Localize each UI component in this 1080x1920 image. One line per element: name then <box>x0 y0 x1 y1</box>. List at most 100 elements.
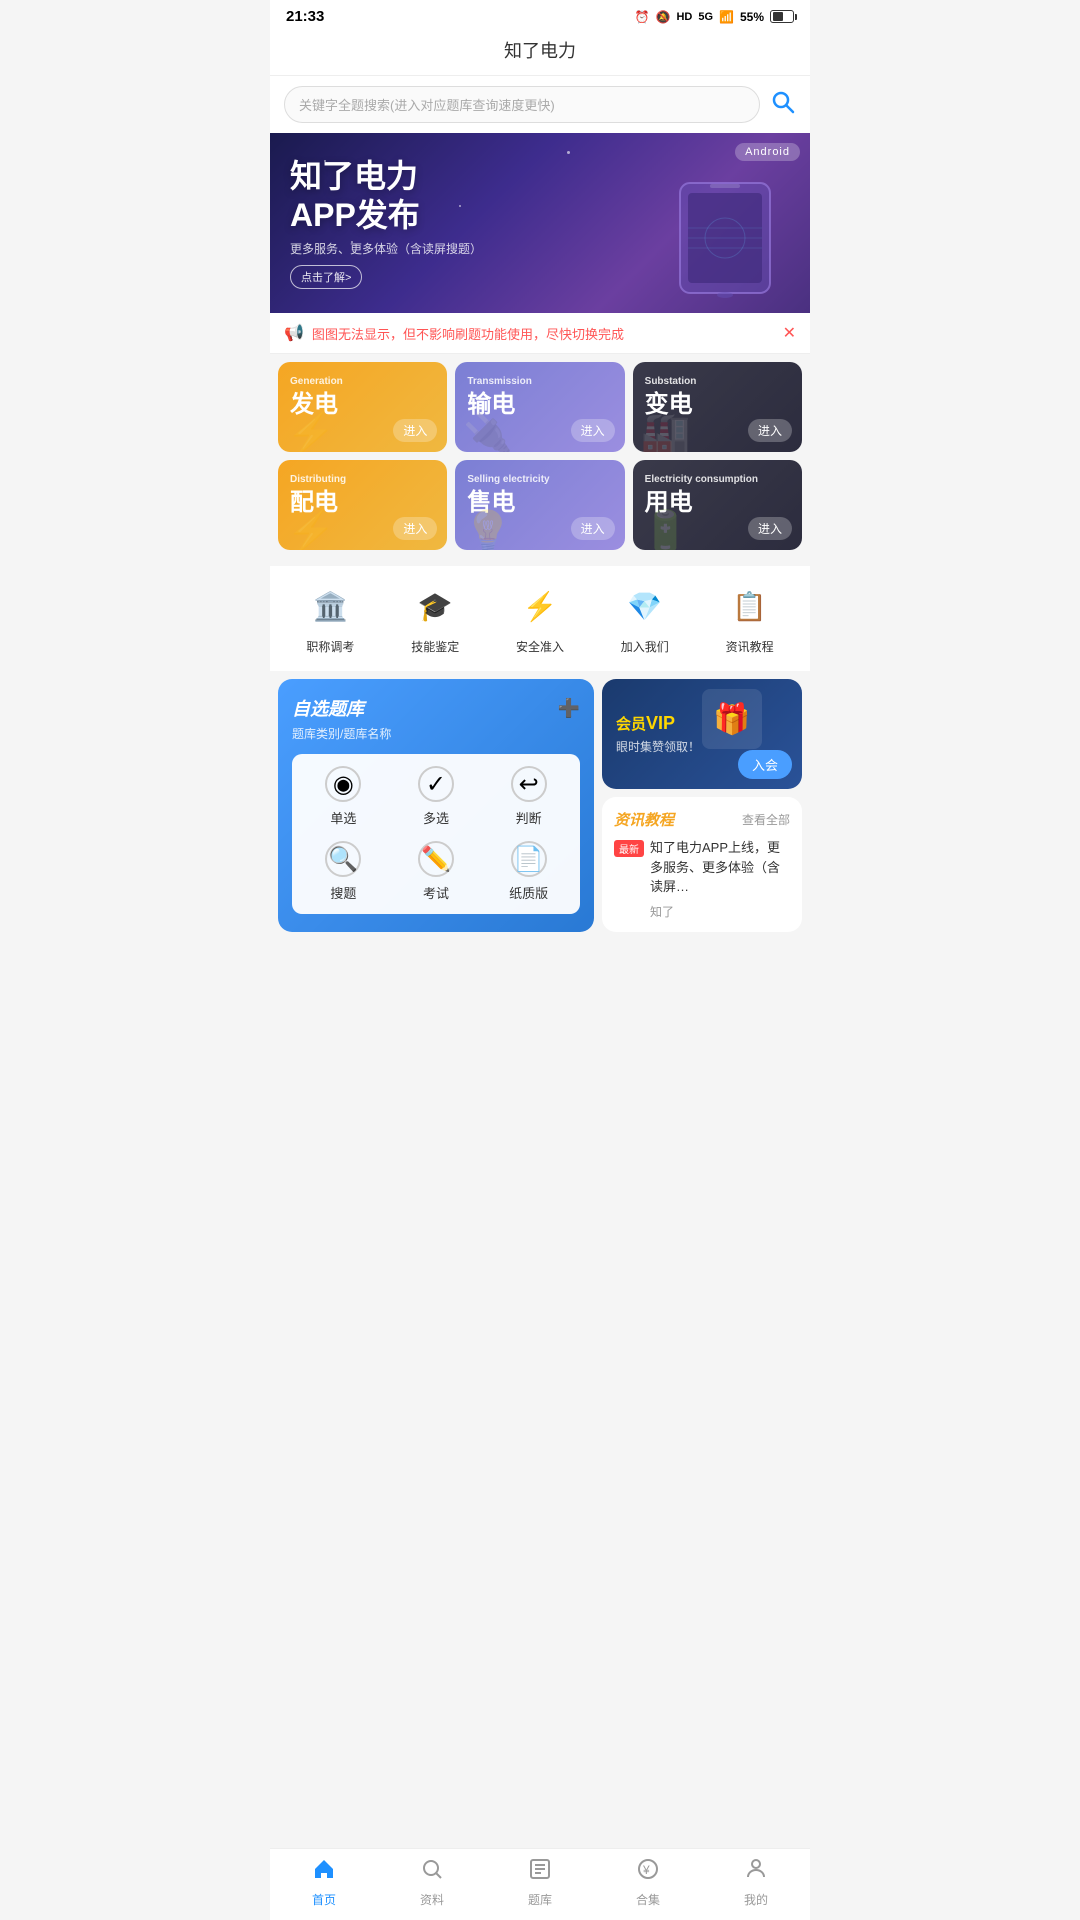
category-grid: Generation 发电 ⚡ 进入 Transmission 输电 🔌 进入 … <box>270 354 810 558</box>
bank-item-search[interactable]: 🔍 搜题 <box>304 841 383 902</box>
bank-icon-search: 🔍 <box>325 841 361 877</box>
content-area: 知了电力 APP发布 更多服务、更多体验（含读屏搜题） 点击了解> Androi… <box>270 133 810 1020</box>
cat-english-generation: Generation <box>290 376 435 387</box>
quick-item-skill[interactable]: 🎓 技能鉴定 <box>411 582 459 655</box>
bank-label-exam: 考试 <box>423 883 449 902</box>
bank-icon-multi: ✓ <box>418 766 454 802</box>
quick-icon-career: 🏛️ <box>306 582 354 630</box>
cat-enter-btn-selling[interactable]: 进入 <box>571 517 615 540</box>
cat-bg-icon-substation: 🏭 <box>641 410 691 452</box>
bank-item-multi[interactable]: ✓ 多选 <box>397 766 476 827</box>
nav-icon-profile <box>744 1857 768 1887</box>
quick-item-join[interactable]: 💎 加入我们 <box>621 582 669 655</box>
category-card-consumption[interactable]: Electricity consumption 用电 🔋 进入 <box>633 460 802 550</box>
cat-enter-btn-substation[interactable]: 进入 <box>748 419 792 442</box>
signal-icon: 📶 <box>719 10 734 24</box>
search-button[interactable] <box>770 89 796 121</box>
quick-icon-skill: 🎓 <box>411 582 459 630</box>
cat-english-substation: Substation <box>645 376 790 387</box>
quick-item-safety[interactable]: ⚡ 安全准入 <box>516 582 564 655</box>
notice-speaker-icon: 📢 <box>284 323 304 343</box>
search-input-wrap[interactable]: 关键字全题搜索(进入对应题库查询速度更快) <box>284 86 760 123</box>
search-placeholder: 关键字全题搜索(进入对应题库查询速度更快) <box>299 95 555 114</box>
cat-bg-icon-distributing: ⚡ <box>286 508 336 550</box>
nav-item-resources[interactable]: 资料 <box>402 1857 462 1908</box>
quick-label-safety: 安全准入 <box>516 638 564 655</box>
bank-label-search: 搜题 <box>330 883 356 902</box>
battery-icon <box>770 10 794 23</box>
category-card-distributing[interactable]: Distributing 配电 ⚡ 进入 <box>278 460 447 550</box>
category-card-selling[interactable]: Selling electricity 售电 💡 进入 <box>455 460 624 550</box>
nav-label-home: 首页 <box>312 1891 336 1908</box>
banner-device-image <box>660 173 790 303</box>
quick-icon-join: 💎 <box>621 582 669 630</box>
news-title: 资讯教程 <box>614 809 674 830</box>
bank-grid: ◉ 单选 ✓ 多选 ↩ 判断 🔍 搜题 ✏️ 考试 📄 纸质版 <box>304 766 568 902</box>
quick-label-career: 职称调考 <box>306 638 354 655</box>
search-bar: 关键字全题搜索(进入对应题库查询速度更快) <box>270 76 810 133</box>
custom-bank-card: 自选题库 ➕ 题库类别/题库名称 ◉ 单选 ✓ 多选 ↩ 判断 🔍 搜题 ✏️ … <box>278 679 594 932</box>
news-source: 知了 <box>650 903 790 920</box>
nav-icon-resources <box>420 1857 444 1887</box>
nav-item-questions[interactable]: 题库 <box>510 1857 570 1908</box>
nav-item-collection[interactable]: ¥ 合集 <box>618 1857 678 1908</box>
bank-label-single: 单选 <box>330 808 356 827</box>
status-bar: 21:33 ⏰ 🔕 HD 5G 📶 55% <box>270 0 810 29</box>
vip-join-btn[interactable]: 入会 <box>738 750 792 779</box>
battery-text: 55% <box>740 10 764 24</box>
custom-bank-title: 自选题库 <box>292 695 364 721</box>
mute-icon: 🔕 <box>655 10 670 24</box>
cat-enter-btn-distributing[interactable]: 进入 <box>393 517 437 540</box>
network-badge: 5G <box>698 11 713 23</box>
quick-icon-safety: ⚡ <box>516 582 564 630</box>
bank-label-paper: 纸质版 <box>509 883 548 902</box>
bank-icon-exam: ✏️ <box>418 841 454 877</box>
bank-inner: ◉ 单选 ✓ 多选 ↩ 判断 🔍 搜题 ✏️ 考试 📄 纸质版 <box>292 754 580 914</box>
vip-image: 🎁 <box>702 689 762 749</box>
news-header: 资讯教程 查看全部 <box>614 809 790 830</box>
bottom-nav: 首页 资料 题库 ¥ 合集 我的 <box>270 1848 810 1920</box>
nav-label-questions: 题库 <box>528 1891 552 1908</box>
banner-android-tag: Android <box>735 143 800 161</box>
news-item: 最新 知了电力APP上线，更多服务、更多体验（含读屏… 知了 <box>614 838 790 920</box>
notice-close-btn[interactable]: ✕ <box>783 323 796 343</box>
page-header: 知了电力 <box>270 29 810 76</box>
news-card: 资讯教程 查看全部 最新 知了电力APP上线，更多服务、更多体验（含读屏… 知了 <box>602 797 802 932</box>
notice-bar: 📢 图图无法显示，但不影响刷题功能使用，尽快切换完成 ✕ <box>270 313 810 354</box>
banner-title-line1: 知了电力 <box>290 157 482 195</box>
bank-item-exam[interactable]: ✏️ 考试 <box>397 841 476 902</box>
quick-item-career[interactable]: 🏛️ 职称调考 <box>306 582 354 655</box>
cat-bg-icon-consumption: 🔋 <box>641 508 691 550</box>
custom-bank-add-btn[interactable]: ➕ <box>558 698 580 719</box>
page-title: 知了电力 <box>504 41 576 61</box>
bank-icon-paper: 📄 <box>511 841 547 877</box>
quick-access-row: 🏛️ 职称调考 🎓 技能鉴定 ⚡ 安全准入 💎 加入我们 📋 资讯教程 <box>270 566 810 671</box>
quick-label-news: 资讯教程 <box>726 638 774 655</box>
nav-label-collection: 合集 <box>636 1891 660 1908</box>
cat-enter-btn-consumption[interactable]: 进入 <box>748 517 792 540</box>
banner[interactable]: 知了电力 APP发布 更多服务、更多体验（含读屏搜题） 点击了解> Androi… <box>270 133 810 313</box>
news-more-btn[interactable]: 查看全部 <box>742 811 790 828</box>
cat-enter-btn-generation[interactable]: 进入 <box>393 419 437 442</box>
nav-item-profile[interactable]: 我的 <box>726 1857 786 1908</box>
cat-english-distributing: Distributing <box>290 474 435 485</box>
cat-english-transmission: Transmission <box>467 376 612 387</box>
bank-item-judge[interactable]: ↩ 判断 <box>489 766 568 827</box>
news-latest-tag: 最新 <box>614 840 644 857</box>
bank-item-paper[interactable]: 📄 纸质版 <box>489 841 568 902</box>
quick-item-news[interactable]: 📋 资讯教程 <box>726 582 774 655</box>
category-card-transmission[interactable]: Transmission 输电 🔌 进入 <box>455 362 624 452</box>
nav-label-profile: 我的 <box>744 1891 768 1908</box>
bank-label-judge: 判断 <box>516 808 542 827</box>
news-text: 知了电力APP上线，更多服务、更多体验（含读屏… <box>650 838 790 897</box>
cat-enter-btn-transmission[interactable]: 进入 <box>571 419 615 442</box>
bank-item-single[interactable]: ◉ 单选 <box>304 766 383 827</box>
nav-item-home[interactable]: 首页 <box>294 1857 354 1908</box>
quick-label-skill: 技能鉴定 <box>411 638 459 655</box>
nav-label-resources: 资料 <box>420 1891 444 1908</box>
banner-learn-btn[interactable]: 点击了解> <box>290 265 362 289</box>
category-card-generation[interactable]: Generation 发电 ⚡ 进入 <box>278 362 447 452</box>
category-card-substation[interactable]: Substation 变电 🏭 进入 <box>633 362 802 452</box>
hd-badge: HD <box>676 11 692 23</box>
custom-bank-sub: 题库类别/题库名称 <box>292 725 580 742</box>
